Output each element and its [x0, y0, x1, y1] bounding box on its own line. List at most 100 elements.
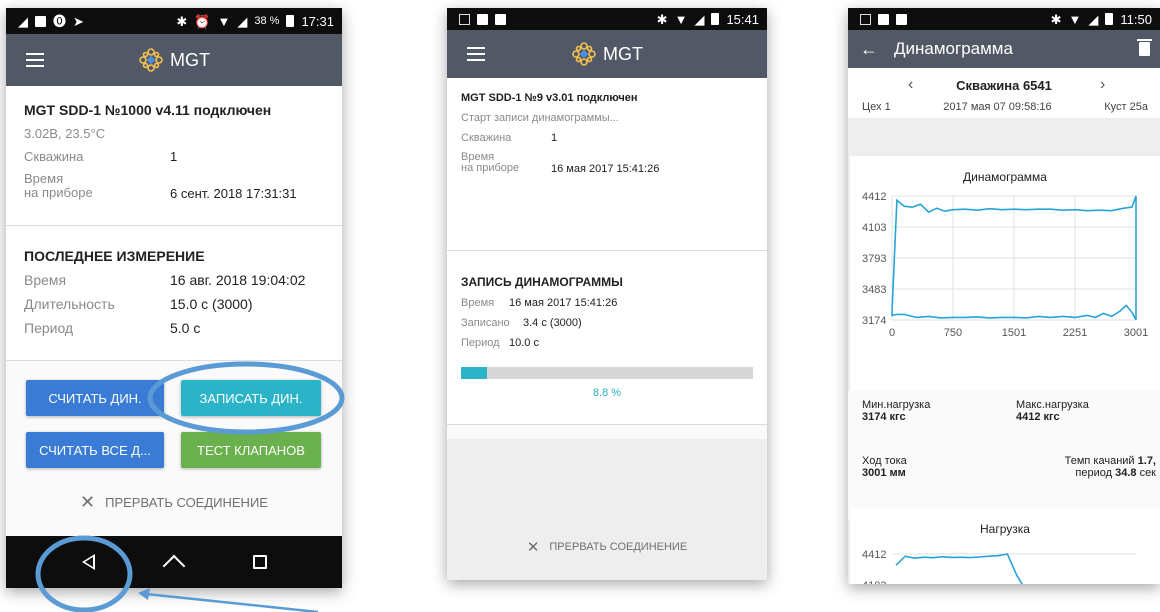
shield-icon: ⓿	[53, 13, 67, 29]
y-tick-label: 4103	[862, 580, 886, 584]
well-label: Скважина	[461, 132, 512, 144]
disconnect-button[interactable]: ✕ ПРЕРВАТЬ СОЕДИНЕНИЕ	[6, 492, 342, 513]
read-all-button[interactable]: СЧИТАТЬ ВСЕ Д...	[26, 432, 164, 468]
status-text: Старт записи динамограммы...	[461, 112, 619, 124]
recording-progress-bar	[461, 367, 753, 379]
period-unit: сек	[1139, 467, 1156, 479]
recording-saved-value: 3.4 с (3000)	[523, 317, 582, 329]
close-icon: ✕	[526, 539, 540, 556]
device-time-label: Время на приборе	[24, 171, 93, 200]
status-bar: ✱ ▼ ◢ 11:50	[848, 8, 1160, 30]
sim-icon	[477, 13, 488, 25]
chart-title: Нагрузка	[980, 522, 1030, 536]
stroke-label: Ход тока	[862, 455, 907, 467]
delete-icon[interactable]	[1137, 39, 1152, 56]
stroke-value: 3001 мм	[862, 467, 906, 479]
battery-icon	[1105, 13, 1114, 25]
wifi-icon: ▼	[1068, 11, 1082, 27]
shop-label: Цех 1	[862, 101, 891, 113]
annotation-arrow-line	[145, 592, 319, 612]
menu-icon[interactable]	[467, 47, 485, 61]
well-row: Скважина 1	[24, 149, 324, 164]
image-icon	[35, 15, 46, 27]
image-icon	[459, 13, 470, 25]
period-value: 34.8	[1115, 467, 1137, 479]
valve-test-button[interactable]: ТЕСТ КЛАПАНОВ	[181, 432, 321, 468]
brand: MGT	[571, 41, 643, 67]
recording-saved-label: Записано	[461, 317, 510, 329]
stroke-stat: Ход тока 3001 мм	[862, 455, 907, 479]
measurement-value: 16 авг. 2018 19:04:02	[170, 272, 306, 288]
status-bar: ✱ ▼ ◢ 15:41	[447, 8, 767, 30]
cellular-icon: ◢	[1088, 11, 1099, 27]
close-icon: ✕	[80, 492, 96, 512]
y-tick-label: 4412	[862, 191, 886, 203]
device-time-value: 16 мая 2017 15:41:26	[551, 163, 660, 175]
device-status-card: MGT SDD-1 №1000 v4.11 подключен 3.02В, 2…	[6, 86, 342, 226]
brand-name: MGT	[603, 43, 643, 64]
brand-name: MGT	[170, 49, 210, 70]
load-chart: 4412 4103	[862, 549, 1136, 584]
last-measurement-title: ПОСЛЕДНЕЕ ИЗМЕРЕНИЕ	[24, 248, 205, 264]
dynamogram-chart: 4412 4103 3793 3483 31740 750 1501 2251 3001	[862, 191, 1148, 339]
device-status-card: MGT SDD-1 №9 v3.01 подключен Старт запис…	[447, 78, 767, 251]
measurement-row: Период 5.0 с	[24, 320, 324, 336]
chevron-right-icon[interactable]: ›	[1100, 76, 1105, 94]
write-dyn-button[interactable]: ЗАПИСАТЬ ДИН.	[181, 380, 321, 416]
y-tick-label: 4103	[862, 222, 886, 234]
disconnect-label: ПРЕРВАТЬ СОЕДИНЕНИЕ	[105, 495, 268, 510]
record-datetime: 2017 мая 07 09:58:16	[943, 101, 1052, 113]
measurement-value: 5.0 с	[170, 320, 201, 336]
app-bar: ← Динамограмма	[848, 30, 1160, 68]
dynamogram-chart-card: Динамограмма 4412 4103 3793 3483 3174 0 750 150…	[850, 156, 1160, 396]
load-chart-card: Нагрузка 4412 4103	[850, 508, 1160, 584]
well-value: 1	[170, 149, 178, 164]
x-tick-label: 1501	[1002, 327, 1026, 339]
mgt-logo-icon	[572, 42, 596, 66]
y-tick-label: 4412	[862, 549, 886, 561]
sd-icon	[495, 13, 506, 25]
measurement-label: Период	[24, 320, 74, 336]
x-tick-label: 3001	[1124, 327, 1148, 339]
min-load-stat: Мин.нагрузка 3174 кгс	[862, 399, 930, 423]
nav-recent-icon[interactable]	[252, 555, 267, 569]
cellular-icon: ◢	[237, 13, 248, 29]
device-time-value: 6 сент. 2018 17:31:31	[170, 186, 297, 201]
y-tick-label: 3483	[862, 284, 886, 296]
measurement-label: Длительность	[24, 296, 115, 312]
min-load-value: 3174 кгс	[862, 411, 906, 423]
wifi-icon: ▼	[217, 13, 231, 29]
device-voltage: 3.02В, 23.5°С	[24, 126, 106, 141]
y-tick-label: 3793	[862, 253, 886, 265]
read-dyn-button[interactable]: СЧИТАТЬ ДИН.	[26, 380, 164, 416]
recording-progress-fill	[461, 367, 487, 379]
max-load-value: 4412 кгс	[1016, 411, 1060, 423]
measurement-row: Время 16 авг. 2018 19:04:02	[24, 272, 324, 288]
recording-time-label: Время	[461, 297, 495, 309]
rate-label: Темп качаний	[1064, 455, 1135, 467]
well-info-row: Цех 1 2017 мая 07 09:58:16 Куст 25а	[862, 101, 1148, 113]
x-tick-label: 2251	[1063, 327, 1087, 339]
back-arrow-icon[interactable]: ←	[860, 39, 878, 60]
navigation-icon: ➤	[73, 13, 84, 29]
app-bar-title: Динамограмма	[894, 39, 1013, 58]
stats-panel: Мин.нагрузка 3174 кгс Макс.нагрузка 4412…	[848, 391, 1160, 519]
phone-screen-dynamogram: ✱ ▼ ◢ 11:50 ← Динамограмма ‹ Скважина 65…	[848, 8, 1160, 584]
rate-stat: Темп качаний 1.7, период 34.8 сек	[1016, 455, 1156, 479]
app-toolbar: MGT	[6, 34, 342, 86]
last-measurement-card: ПОСЛЕДНЕЕ ИЗМЕРЕНИЕ Время 16 авг. 2018 1…	[6, 226, 342, 361]
mgt-logo-icon	[139, 48, 163, 72]
status-bar: ◢ ⓿ ➤ ✱ ⏰ ▼ ◢ 38 % 17:31	[6, 8, 342, 34]
recording-period-row: Период 10.0 с	[461, 337, 749, 349]
status-time: 15:41	[726, 11, 759, 27]
nav-home-icon[interactable]	[162, 554, 185, 578]
image-icon	[860, 13, 871, 25]
menu-icon[interactable]	[26, 53, 44, 67]
well-navigator: ‹ Скважина 6541 › Цех 1 2017 мая 07 09:5…	[848, 68, 1160, 118]
nav-back-icon[interactable]	[81, 554, 95, 570]
x-tick-label: 0	[889, 327, 895, 339]
recording-title: ЗАПИСЬ ДИНАМОГРАММЫ	[461, 275, 623, 289]
well-label: Скважина	[24, 149, 84, 164]
screenshot-stage: ◢ ⓿ ➤ ✱ ⏰ ▼ ◢ 38 % 17:31 MGT MGT SDD-1 №…	[0, 0, 1160, 612]
disconnect-button[interactable]: ✕ ПРЕРВАТЬ СОЕДИНЕНИЕ	[447, 538, 767, 556]
